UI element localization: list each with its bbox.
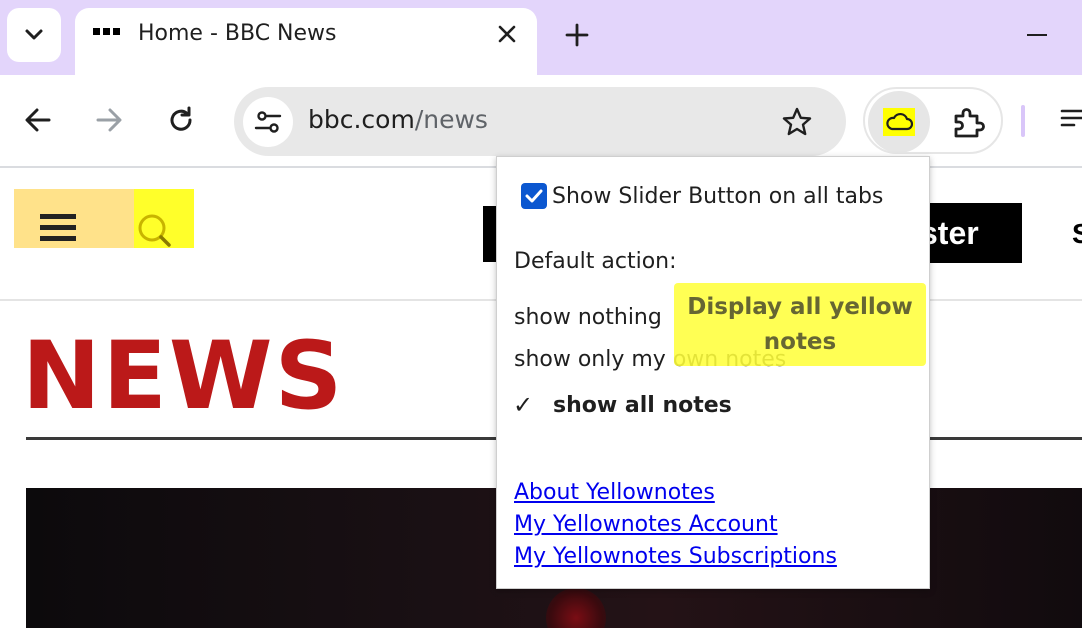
forward-button[interactable] bbox=[89, 100, 129, 140]
yellownotes-popup: Show Slider Button on all tabs Default a… bbox=[496, 156, 930, 589]
yellownotes-extension-button[interactable] bbox=[868, 91, 930, 153]
puzzle-icon bbox=[954, 108, 985, 138]
about-yellownotes-link[interactable]: About Yellownotes bbox=[514, 480, 715, 505]
option-show-nothing[interactable]: show nothing bbox=[514, 305, 662, 330]
bbc-favicon bbox=[93, 28, 120, 35]
register-label: ster bbox=[928, 214, 979, 251]
close-icon bbox=[498, 25, 516, 43]
plus-icon bbox=[565, 23, 589, 47]
register-button[interactable]: ster bbox=[928, 203, 1022, 263]
tab-title: Home - BBC News bbox=[138, 21, 337, 46]
hero-image-detail bbox=[546, 588, 606, 628]
tab-strip: Home - BBC News bbox=[0, 0, 1082, 75]
hamburger-menu-icon[interactable] bbox=[40, 214, 76, 247]
arrow-right-icon bbox=[96, 108, 122, 132]
minimize-icon bbox=[1027, 34, 1047, 36]
reload-button[interactable] bbox=[161, 100, 201, 140]
url-domain: bbc.com bbox=[308, 105, 415, 134]
url-path: /news bbox=[414, 105, 488, 134]
browser-toolbar: bbc.com/news bbox=[0, 75, 1082, 168]
tab-close-button[interactable] bbox=[493, 20, 521, 48]
url-text[interactable]: bbc.com/news bbox=[308, 105, 488, 134]
bookmark-button[interactable] bbox=[778, 103, 816, 141]
show-slider-label: Show Slider Button on all tabs bbox=[552, 183, 884, 209]
account-link[interactable]: My Yellownotes Account bbox=[514, 512, 778, 537]
chevron-down-icon bbox=[25, 29, 43, 40]
show-slider-row[interactable]: Show Slider Button on all tabs bbox=[521, 183, 883, 209]
back-button[interactable] bbox=[18, 100, 58, 140]
reload-icon bbox=[170, 106, 192, 131]
option-show-all-notes-label: show all notes bbox=[553, 392, 732, 418]
address-bar[interactable]: bbc.com/news bbox=[234, 87, 846, 156]
site-info-button[interactable] bbox=[243, 97, 293, 147]
cloud-icon bbox=[886, 112, 913, 131]
search-icon[interactable] bbox=[135, 212, 175, 252]
menu-icon bbox=[1060, 109, 1082, 127]
tab-search-button[interactable] bbox=[7, 8, 61, 62]
show-slider-checkbox[interactable] bbox=[521, 183, 547, 209]
arrow-left-icon bbox=[25, 108, 51, 132]
minimize-button[interactable] bbox=[1020, 18, 1054, 52]
tab-bbc-news[interactable]: Home - BBC News bbox=[75, 8, 537, 75]
tune-icon bbox=[254, 111, 282, 133]
new-tab-button[interactable] bbox=[560, 18, 594, 52]
extensions-button[interactable] bbox=[949, 103, 987, 141]
star-icon bbox=[782, 107, 812, 136]
option-tooltip: Display all yellow notes bbox=[674, 283, 926, 366]
default-action-label: Default action: bbox=[514, 249, 677, 274]
yellownotes-highlight bbox=[883, 108, 915, 136]
check-icon bbox=[525, 189, 543, 203]
news-logo[interactable]: NEWS bbox=[22, 330, 344, 424]
sign-in-link[interactable]: S bbox=[1072, 218, 1082, 250]
extensions-group bbox=[863, 87, 1003, 154]
subscriptions-link[interactable]: My Yellownotes Subscriptions bbox=[514, 544, 837, 569]
browser-window: Home - BBC News bbc.com/news ster S NEWS… bbox=[0, 0, 1082, 628]
selected-checkmark-icon: ✓ bbox=[513, 391, 534, 419]
option-show-all-notes[interactable]: ✓ show all notes bbox=[513, 391, 732, 419]
reading-list-button[interactable] bbox=[1058, 103, 1082, 139]
toolbar-divider bbox=[1021, 105, 1025, 137]
